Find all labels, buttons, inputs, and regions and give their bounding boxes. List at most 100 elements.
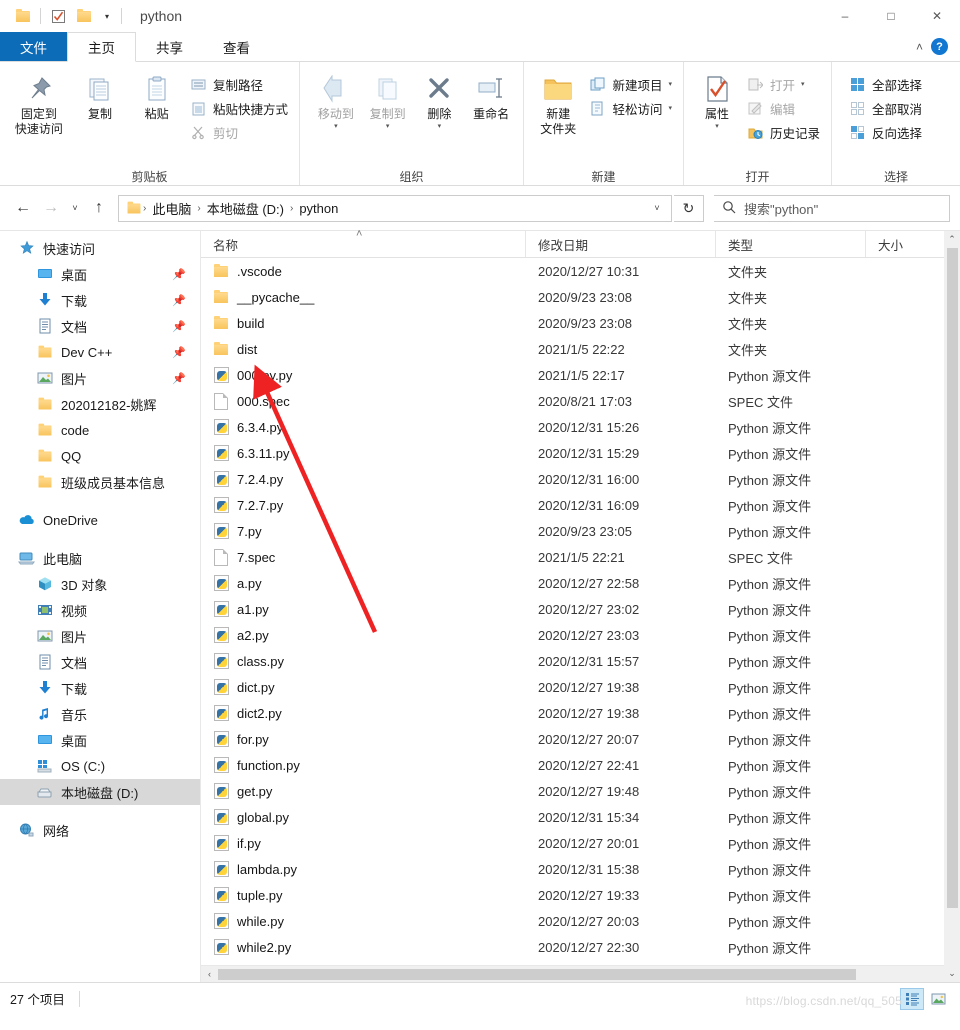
table-row[interactable]: for.py2020/12/27 20:07Python 源文件1 <box>201 726 960 752</box>
sidebar-item-class-members[interactable]: 班级成员基本信息 <box>0 469 200 495</box>
table-row[interactable]: .vscode2020/12/27 10:31文件夹 <box>201 258 960 284</box>
details-view-button[interactable] <box>900 988 924 1010</box>
pin-icon[interactable]: 📌 <box>172 320 186 333</box>
table-row[interactable]: dict2.py2020/12/27 19:38Python 源文件1 <box>201 700 960 726</box>
refresh-button[interactable]: ↻ <box>674 195 704 222</box>
collapse-ribbon-icon[interactable]: ˄ <box>916 40 923 54</box>
help-button[interactable]: ? <box>931 38 948 55</box>
scroll-left-button[interactable]: ‹ <box>201 966 218 982</box>
recent-locations-button[interactable]: ˅ <box>66 195 84 221</box>
close-button[interactable]: ✕ <box>914 0 960 32</box>
search-input[interactable]: 搜索"python" <box>744 199 818 218</box>
file-rows[interactable]: .vscode2020/12/27 10:31文件夹__pycache__202… <box>201 258 960 965</box>
table-row[interactable]: a.py2020/12/27 22:58Python 源文件1 <box>201 570 960 596</box>
properties-button[interactable]: 属性 ▾ <box>692 68 742 135</box>
new-folder-button[interactable]: 新建 文件夹 <box>532 68 584 140</box>
paste-shortcut-button[interactable]: 粘贴快捷方式 <box>185 96 293 120</box>
history-button[interactable]: 历史记录 <box>742 120 825 144</box>
sidebar-item-pictures-pc[interactable]: 图片 <box>0 623 200 649</box>
sidebar-item-downloads-pc[interactable]: 下载 <box>0 675 200 701</box>
table-row[interactable]: function.py2020/12/27 22:41Python 源文件1 <box>201 752 960 778</box>
table-row[interactable]: while.py2020/12/27 20:03Python 源文件1 <box>201 908 960 934</box>
sidebar-item-documents-pc[interactable]: 文档 <box>0 649 200 675</box>
sidebar-item-downloads[interactable]: 下载 📌 <box>0 287 200 313</box>
sidebar-item-code[interactable]: code <box>0 417 200 443</box>
table-row[interactable]: dist2021/1/5 22:22文件夹 <box>201 336 960 362</box>
column-header-name[interactable]: 名称 <box>201 231 526 257</box>
pin-icon[interactable]: 📌 <box>172 294 186 307</box>
sidebar-item-3d-objects[interactable]: 3D 对象 <box>0 571 200 597</box>
tab-home[interactable]: 主页 <box>67 32 136 62</box>
sidebar-item-local-disk-d[interactable]: 本地磁盘 (D:) <box>0 779 200 805</box>
invert-selection-button[interactable]: 反向选择 <box>844 120 927 144</box>
table-row[interactable]: 7.spec2021/1/5 22:21SPEC 文件1 <box>201 544 960 570</box>
scroll-up-button[interactable]: ⌃ <box>944 231 960 248</box>
breadcrumb-item-this-pc[interactable]: 此电脑 <box>148 198 195 219</box>
scrollbar-track[interactable] <box>218 966 943 982</box>
paste-button[interactable]: 粘贴 <box>128 68 185 125</box>
table-row[interactable]: build2020/9/23 23:08文件夹 <box>201 310 960 336</box>
breadcrumb-item-python[interactable]: python <box>295 200 342 217</box>
table-row[interactable]: global.py2020/12/31 15:34Python 源文件1 <box>201 804 960 830</box>
sidebar-group-onedrive[interactable]: OneDrive <box>0 507 200 533</box>
chevron-down-icon[interactable]: ▾ <box>97 5 117 27</box>
tab-view[interactable]: 查看 <box>203 32 270 61</box>
sidebar-item-pictures[interactable]: 图片 📌 <box>0 365 200 391</box>
sidebar-item-documents[interactable]: 文档 📌 <box>0 313 200 339</box>
table-row[interactable]: dict.py2020/12/27 19:38Python 源文件1 <box>201 674 960 700</box>
table-row[interactable]: if.py2020/12/27 20:01Python 源文件1 <box>201 830 960 856</box>
column-header-date[interactable]: 修改日期 <box>526 231 716 257</box>
table-row[interactable]: 000.spec2020/8/21 17:03SPEC 文件1 <box>201 388 960 414</box>
copy-path-button[interactable]: 复制路径 <box>185 72 293 96</box>
breadcrumb-bar[interactable]: › 此电脑 › 本地磁盘 (D:) › python ˅ <box>118 195 672 222</box>
breadcrumb-item-local-disk-d[interactable]: 本地磁盘 (D:) <box>203 198 288 219</box>
table-row[interactable]: tuple.py2020/12/27 19:33Python 源文件1 <box>201 882 960 908</box>
sidebar-item-qq[interactable]: QQ <box>0 443 200 469</box>
back-button[interactable]: ← <box>10 195 36 221</box>
column-header-type[interactable]: 类型 <box>716 231 866 257</box>
rename-button[interactable]: 重命名 <box>465 68 517 125</box>
table-row[interactable]: 6.3.4.py2020/12/31 15:26Python 源文件1 <box>201 414 960 440</box>
sidebar-group-this-pc[interactable]: 此电脑 <box>0 545 200 571</box>
select-none-button[interactable]: 全部取消 <box>844 96 927 120</box>
table-row[interactable]: 7.2.7.py2020/12/31 16:09Python 源文件0 <box>201 492 960 518</box>
sidebar-group-quick-access[interactable]: 快速访问 <box>0 235 200 261</box>
sidebar-item-desktop[interactable]: 桌面 📌 <box>0 261 200 287</box>
pin-icon[interactable]: 📌 <box>172 268 186 281</box>
properties-checkbox-icon[interactable] <box>45 5 71 27</box>
sidebar-group-network[interactable]: 网络 <box>0 817 200 843</box>
sidebar-item-videos[interactable]: 视频 <box>0 597 200 623</box>
sidebar-item-desktop-pc[interactable]: 桌面 <box>0 727 200 753</box>
easy-access-button[interactable]: 轻松访问 ▾ <box>584 96 677 120</box>
pin-icon[interactable]: 📌 <box>172 372 186 385</box>
table-row[interactable]: while2.py2020/12/27 22:30Python 源文件1 <box>201 934 960 960</box>
table-row[interactable]: a2.py2020/12/27 23:03Python 源文件1 <box>201 622 960 648</box>
large-icons-view-button[interactable] <box>926 988 950 1010</box>
search-box[interactable]: 搜索"python" <box>714 195 950 222</box>
navigation-pane[interactable]: 快速访问 桌面 📌 下载 📌 文档 📌 Dev C++ 📌 <box>0 231 200 982</box>
table-row[interactable]: get.py2020/12/27 19:48Python 源文件1 <box>201 778 960 804</box>
table-row[interactable]: 7.py2020/9/23 23:05Python 源文件2 <box>201 518 960 544</box>
chevron-down-icon[interactable]: ˅ <box>647 203 667 213</box>
table-row[interactable]: lambda.py2020/12/31 15:38Python 源文件1 <box>201 856 960 882</box>
table-row[interactable]: __pycache__2020/9/23 23:08文件夹 <box>201 284 960 310</box>
scrollbar-thumb[interactable] <box>947 248 958 908</box>
scrollbar-thumb[interactable] <box>218 969 856 980</box>
select-all-button[interactable]: 全部选择 <box>844 72 927 96</box>
table-row[interactable]: a1.py2020/12/27 23:02Python 源文件1 <box>201 596 960 622</box>
new-item-button[interactable]: 新建项目 ▾ <box>584 72 677 96</box>
horizontal-scrollbar[interactable]: ‹ › <box>201 965 960 982</box>
minimize-button[interactable]: – <box>822 0 868 32</box>
copy-button[interactable]: 复制 <box>72 68 129 125</box>
scroll-down-button[interactable]: ⌄ <box>944 965 960 982</box>
up-button[interactable]: ↑ <box>86 195 112 221</box>
sidebar-item-202012182[interactable]: 202012182-姚辉 <box>0 391 200 417</box>
sidebar-item-os-c[interactable]: OS (C:) <box>0 753 200 779</box>
table-row[interactable]: class.py2020/12/31 15:57Python 源文件1 <box>201 648 960 674</box>
vertical-scrollbar[interactable]: ⌃ ⌄ <box>944 231 960 982</box>
scrollbar-track[interactable] <box>944 908 960 965</box>
delete-button[interactable]: 删除 ▾ <box>414 68 466 135</box>
table-row[interactable]: 7.2.4.py2020/12/31 16:00Python 源文件1 <box>201 466 960 492</box>
pin-icon[interactable]: 📌 <box>172 346 186 359</box>
tab-share[interactable]: 共享 <box>136 32 203 61</box>
